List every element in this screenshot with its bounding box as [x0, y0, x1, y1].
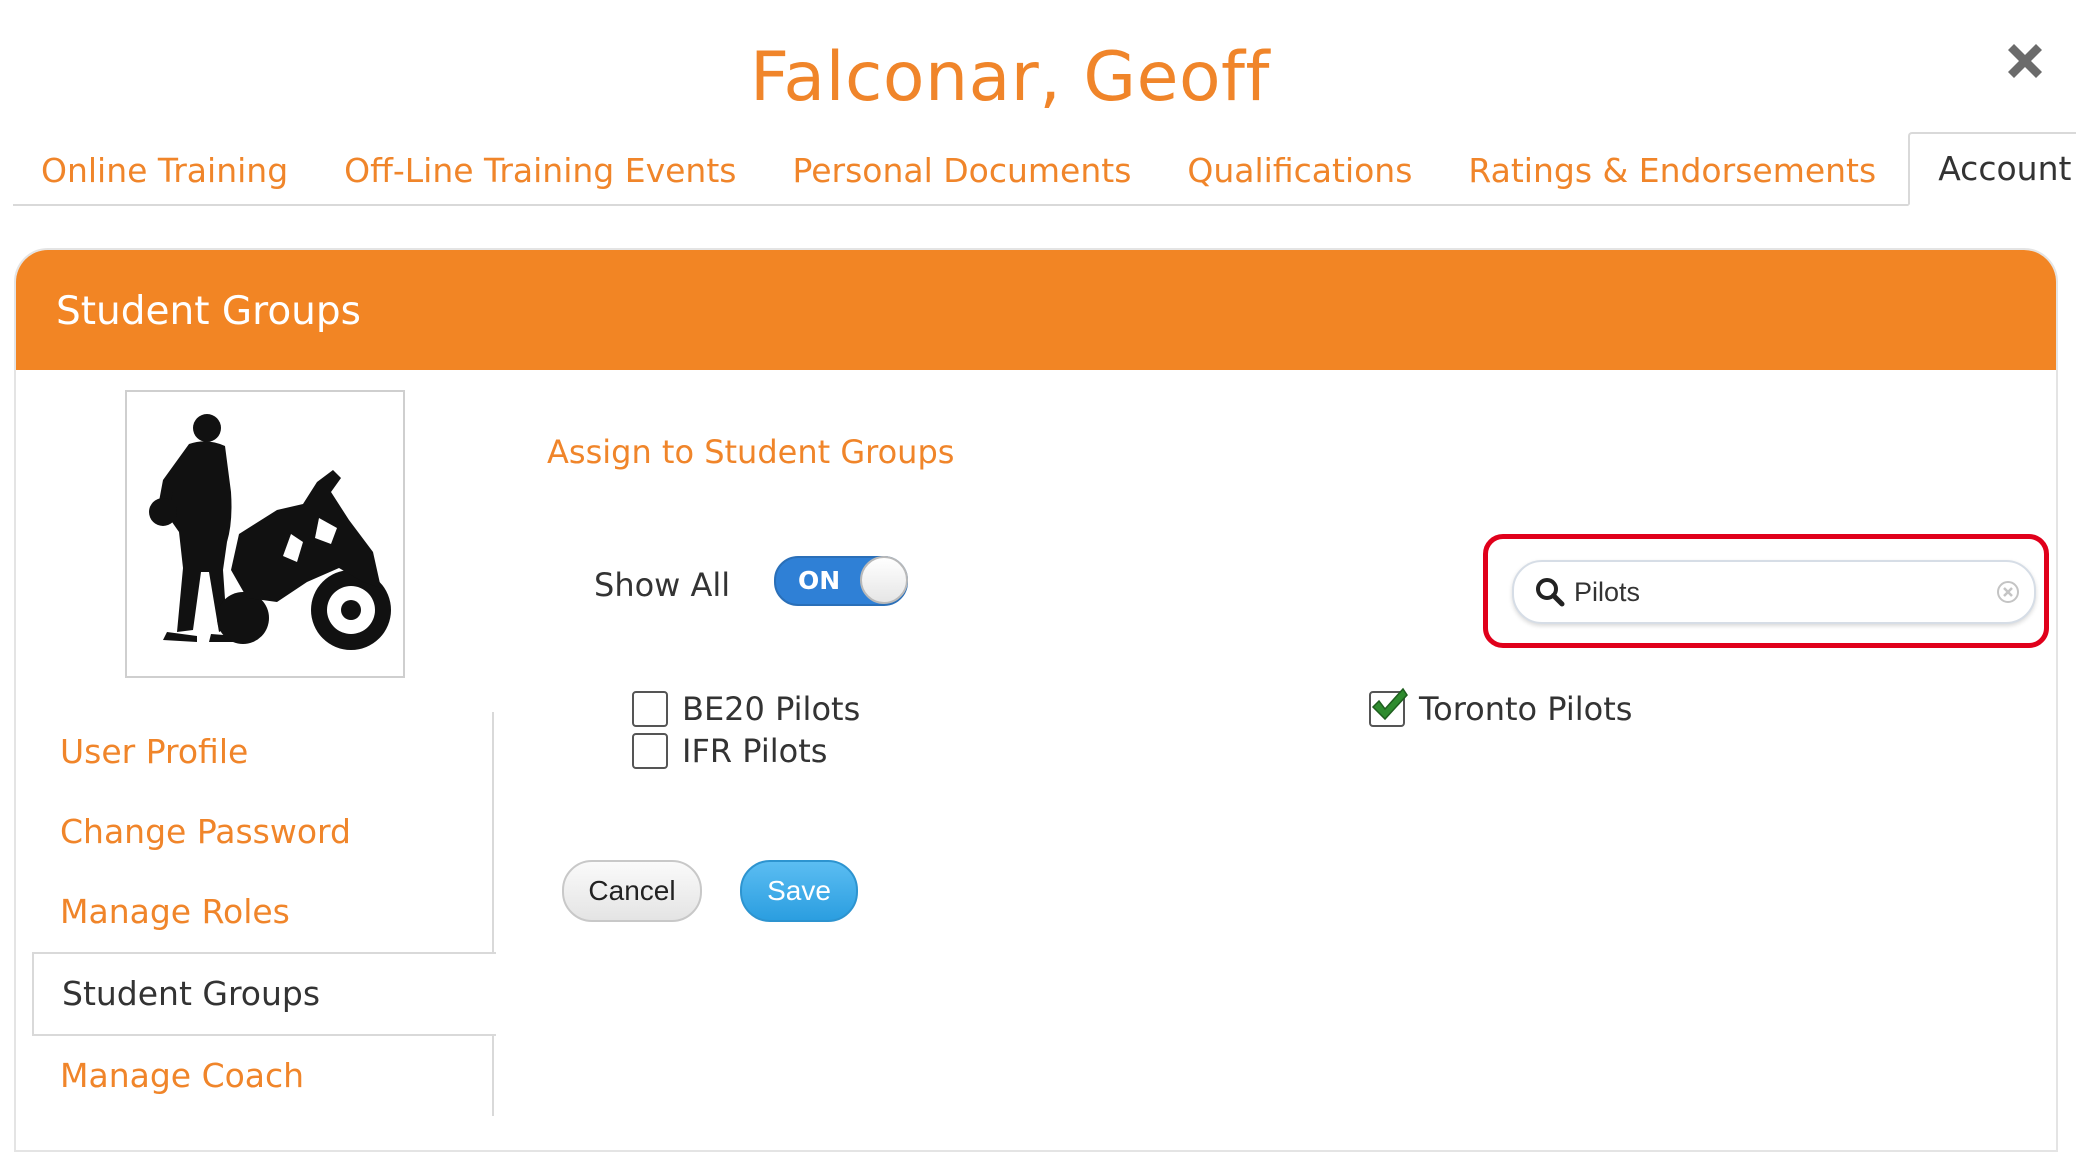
sidebar-item-user-profile[interactable]: User Profile — [32, 712, 494, 792]
assign-heading: Assign to Student Groups — [547, 433, 955, 471]
checkmark-icon — [1371, 687, 1408, 721]
clear-icon[interactable] — [1996, 580, 2020, 604]
checkbox[interactable] — [1369, 687, 1408, 727]
page-title: Falconar, Geoff — [750, 38, 1270, 117]
panel-title: Student Groups — [16, 250, 2056, 370]
save-button[interactable]: Save — [740, 860, 858, 922]
search-input[interactable] — [1572, 570, 1976, 614]
group-checkbox-ifr-pilots[interactable]: IFR Pilots — [632, 732, 827, 770]
close-button[interactable] — [2000, 36, 2050, 86]
close-icon — [2008, 44, 2042, 78]
tab-account[interactable]: Account — [1908, 132, 2076, 206]
cancel-button[interactable]: Cancel — [562, 860, 702, 922]
tab-bar: Online Training Off-Line Training Events… — [13, 130, 2076, 206]
sidebar-item-change-password[interactable]: Change Password — [32, 792, 494, 872]
tab-ratings-endorsements[interactable]: Ratings & Endorsements — [1440, 136, 1904, 206]
sidebar-item-student-groups[interactable]: Student Groups — [32, 952, 496, 1036]
checkbox[interactable] — [632, 733, 668, 769]
toggle-knob — [860, 556, 908, 604]
group-label: IFR Pilots — [682, 732, 828, 770]
sidebar-item-manage-coach[interactable]: Manage Coach — [32, 1036, 494, 1116]
tab-online-training[interactable]: Online Training — [13, 136, 316, 206]
tab-offline-training-events[interactable]: Off-Line Training Events — [316, 136, 764, 206]
sidebar-item-manage-roles[interactable]: Manage Roles — [32, 872, 494, 952]
group-label: Toronto Pilots — [1419, 690, 1633, 728]
toggle-state: ON — [798, 566, 841, 595]
avatar — [125, 390, 405, 678]
show-all-label: Show All — [594, 566, 731, 604]
search-icon — [1536, 578, 1565, 607]
student-groups-panel: Student Groups User Profile Change Passw… — [14, 248, 2058, 1152]
tab-qualifications[interactable]: Qualifications — [1159, 136, 1440, 206]
checkbox[interactable] — [632, 691, 668, 727]
show-all-toggle[interactable]: ON — [774, 556, 908, 606]
group-search-field[interactable] — [1512, 560, 2036, 624]
group-label: BE20 Pilots — [682, 690, 861, 728]
tab-personal-documents[interactable]: Personal Documents — [764, 136, 1159, 206]
account-sidebar: User Profile Change Password Manage Role… — [32, 712, 496, 1116]
group-checkbox-be20-pilots[interactable]: BE20 Pilots — [632, 690, 860, 728]
group-checkbox-toronto-pilots[interactable]: Toronto Pilots — [1369, 687, 1633, 728]
